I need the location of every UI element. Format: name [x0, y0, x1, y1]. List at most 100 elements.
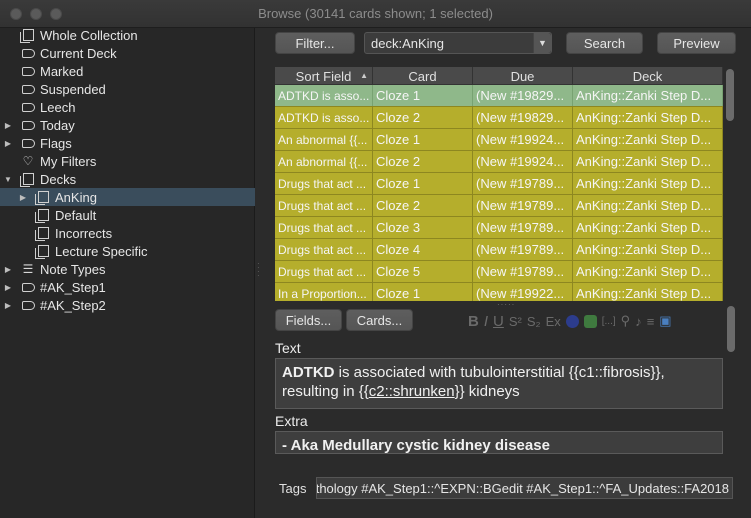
editor-scrollbar[interactable]	[726, 306, 736, 454]
underline-icon[interactable]: U	[493, 313, 504, 330]
sort-field-cell: Drugs that act ...	[275, 261, 373, 282]
expand-arrow-icon[interactable]: ▶	[3, 139, 13, 148]
text-field-editor[interactable]: ADTKD is associated with tubulointerstit…	[275, 358, 723, 409]
table-header: Sort Field ▲ Card Due Deck	[275, 67, 723, 85]
card-cell: Cloze 1	[373, 173, 473, 194]
due-cell: (New #19829...	[473, 107, 573, 128]
table-row[interactable]: Drugs that act ... Cloze 4 (New #19789... A…	[275, 239, 723, 261]
sidebar-item-marked[interactable]: Marked	[0, 62, 255, 80]
clear-format-icon[interactable]: Ex	[546, 314, 561, 329]
deck-cell: AnKing::Zanki Step D...	[573, 217, 723, 238]
deck-cell: AnKing::Zanki Step D...	[573, 129, 723, 150]
sidebar-item-current-deck[interactable]: Current Deck	[0, 44, 255, 62]
expand-arrow-icon[interactable]: ▶	[3, 265, 13, 274]
tag-icon	[20, 46, 36, 60]
sidebar-item-ak-step1[interactable]: ▶ #AK_Step1	[0, 278, 255, 296]
sidebar: Whole Collection Current Deck Marked Sus…	[0, 28, 255, 518]
sort-field-cell: Drugs that act ...	[275, 195, 373, 216]
table-scrollbar[interactable]	[724, 67, 736, 301]
window-title: Browse (30141 cards shown; 1 selected)	[258, 6, 493, 21]
table-row[interactable]: ADTKD is asso... Cloze 2 (New #19829... AnK…	[275, 107, 723, 129]
text-bold-span: ADTKD	[282, 364, 335, 381]
sidebar-item-decks[interactable]: ▼ Decks	[0, 170, 255, 188]
sidebar-item-lecture-specific[interactable]: Lecture Specific	[0, 242, 255, 260]
preview-button[interactable]: Preview	[657, 32, 736, 54]
expand-arrow-icon[interactable]: ▶	[3, 301, 13, 310]
column-header-due[interactable]: Due	[473, 67, 573, 85]
sidebar-item-anking[interactable]: ▶ AnKing	[0, 188, 255, 206]
html-editor-icon[interactable]: ▣	[659, 313, 671, 329]
due-cell: (New #19789...	[473, 239, 573, 260]
column-header-sort-field[interactable]: Sort Field ▲	[275, 67, 373, 85]
sidebar-item-incorrects[interactable]: Incorrects	[0, 224, 255, 242]
deck-icon	[34, 226, 51, 241]
highlight-color-icon[interactable]	[583, 314, 597, 328]
scrollbar-thumb[interactable]	[726, 69, 734, 121]
cards-button[interactable]: Cards...	[346, 309, 413, 331]
due-cell: (New #19829...	[473, 85, 573, 106]
table-row[interactable]: An abnormal {{... Cloze 2 (New #19924... An…	[275, 151, 723, 173]
italic-icon[interactable]: I	[484, 313, 488, 330]
card-cell: Cloze 3	[373, 217, 473, 238]
sort-field-cell: Drugs that act ...	[275, 217, 373, 238]
due-cell: (New #19924...	[473, 151, 573, 172]
sidebar-item-leech[interactable]: Leech	[0, 98, 255, 116]
sort-field-cell: In a Proportion...	[275, 283, 373, 301]
table-row[interactable]: Drugs that act ... Cloze 1 (New #19789... A…	[275, 173, 723, 195]
window-titlebar: Browse (30141 cards shown; 1 selected)	[0, 0, 751, 28]
expand-arrow-icon[interactable]: ▶	[3, 121, 13, 130]
tag-icon	[20, 298, 36, 312]
fields-button[interactable]: Fields...	[275, 309, 342, 331]
table-row[interactable]: Drugs that act ... Cloze 5 (New #19789... A…	[275, 261, 723, 283]
subscript-icon[interactable]: S₂	[527, 314, 541, 329]
column-header-deck[interactable]: Deck	[573, 67, 723, 85]
tags-input[interactable]: thology #AK_Step1::^EXPN::BGedit #AK_Ste…	[316, 477, 733, 499]
table-row[interactable]: ADTKD is asso... Cloze 1 (New #19829... AnK…	[275, 85, 723, 107]
filter-button[interactable]: Filter...	[275, 32, 355, 54]
splitter-handle[interactable]: ·····	[497, 300, 515, 309]
search-input[interactable]: deck:AnKing ▼	[364, 32, 552, 54]
table-row[interactable]: In a Proportion... Cloze 1 (New #19922... A…	[275, 283, 723, 301]
sort-field-cell: An abnormal {{...	[275, 151, 373, 172]
card-table: Sort Field ▲ Card Due Deck ADTKD is asso…	[275, 67, 723, 301]
scrollbar-thumb[interactable]	[727, 306, 735, 352]
sidebar-item-flags[interactable]: ▶ Flags	[0, 134, 255, 152]
tag-icon	[20, 64, 36, 78]
deck-cell: AnKing::Zanki Step D...	[573, 195, 723, 216]
card-cell: Cloze 2	[373, 195, 473, 216]
deck-cell: AnKing::Zanki Step D...	[573, 85, 723, 106]
extra-field-editor[interactable]: - Aka Medullary cystic kidney disease	[275, 431, 723, 454]
table-row[interactable]: Drugs that act ... Cloze 3 (New #19789... A…	[275, 217, 723, 239]
chevron-down-icon[interactable]: ▼	[533, 33, 551, 53]
formatting-toolbar: B I U S² S₂ Ex [...] ⚲ ♪ ≡ ▣	[468, 312, 677, 330]
card-cell: Cloze 5	[373, 261, 473, 282]
table-row[interactable]: Drugs that act ... Cloze 2 (New #19789... A…	[275, 195, 723, 217]
sidebar-item-default[interactable]: Default	[0, 206, 255, 224]
note-types-icon: ☰	[22, 262, 34, 276]
cloze-icon[interactable]: [...]	[602, 316, 616, 327]
more-options-icon[interactable]: ≡	[647, 314, 655, 329]
attachment-icon[interactable]: ⚲	[621, 313, 631, 329]
sidebar-item-suspended[interactable]: Suspended	[0, 80, 255, 98]
text-color-icon[interactable]	[565, 314, 579, 328]
record-audio-icon[interactable]: ♪	[635, 314, 642, 329]
search-button[interactable]: Search	[566, 32, 643, 54]
column-header-card[interactable]: Card	[373, 67, 473, 85]
expand-arrow-icon[interactable]: ▶	[18, 193, 28, 202]
sidebar-item-whole-collection[interactable]: Whole Collection	[0, 26, 255, 44]
bold-icon[interactable]: B	[468, 313, 479, 330]
sidebar-item-my-filters[interactable]: ♡ My Filters	[0, 152, 255, 170]
superscript-icon[interactable]: S²	[509, 314, 522, 329]
collapse-arrow-icon[interactable]: ▼	[3, 175, 13, 184]
sort-field-cell: An abnormal {{...	[275, 129, 373, 150]
sidebar-item-ak-step2[interactable]: ▶ #AK_Step2	[0, 296, 255, 314]
tag-icon	[20, 82, 36, 96]
sidebar-item-note-types[interactable]: ▶ ☰ Note Types	[0, 260, 255, 278]
card-cell: Cloze 4	[373, 239, 473, 260]
tag-icon	[20, 118, 36, 132]
expand-arrow-icon[interactable]: ▶	[3, 283, 13, 292]
deck-cell: AnKing::Zanki Step D...	[573, 173, 723, 194]
splitter-handle[interactable]: · · · ·	[257, 260, 261, 280]
table-row[interactable]: An abnormal {{... Cloze 1 (New #19924... An…	[275, 129, 723, 151]
sidebar-item-today[interactable]: ▶ Today	[0, 116, 255, 134]
